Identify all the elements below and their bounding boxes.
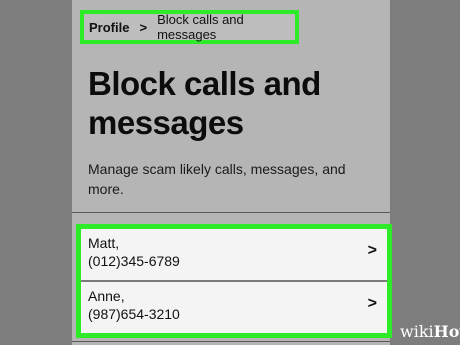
breadcrumb-separator: >: [139, 19, 148, 35]
breadcrumb-current: Block calls and messages: [157, 12, 244, 42]
contact-name: Matt,: [88, 235, 120, 251]
description-line2: more.: [88, 181, 124, 197]
blocked-contact-row[interactable]: Anne, (987)654-3210 >: [81, 282, 387, 333]
page-title: Block calls and messages: [88, 64, 378, 142]
breadcrumb: Profile > Block calls and messages: [80, 10, 299, 44]
chevron-right-icon: >: [367, 295, 377, 312]
blocked-contacts-list: Matt, (012)345-6789 > Anne, (987)654-321…: [76, 224, 392, 338]
chevron-right-icon: >: [367, 242, 377, 259]
left-margin: [0, 0, 72, 345]
page-title-line2: messages: [88, 104, 244, 141]
contact-number: (012)345-6789: [88, 253, 180, 269]
page-title-line1: Block calls and: [88, 65, 321, 102]
right-margin: [390, 0, 460, 345]
page-description: Manage scam likely calls, messages, and …: [88, 159, 378, 199]
breadcrumb-profile-link[interactable]: Profile: [89, 20, 129, 35]
watermark-how: How: [433, 322, 460, 341]
contact-name: Anne,: [88, 288, 125, 304]
bottom-divider: [72, 341, 390, 342]
description-line1: Manage scam likely calls, messages, and: [88, 161, 346, 177]
contact-number: (987)654-3210: [88, 306, 180, 322]
blocked-contact-row[interactable]: Matt, (012)345-6789 >: [81, 229, 387, 280]
watermark-wiki: wiki: [400, 322, 434, 341]
section-divider: [72, 212, 390, 213]
wikihow-watermark: wikiHow: [400, 322, 460, 341]
